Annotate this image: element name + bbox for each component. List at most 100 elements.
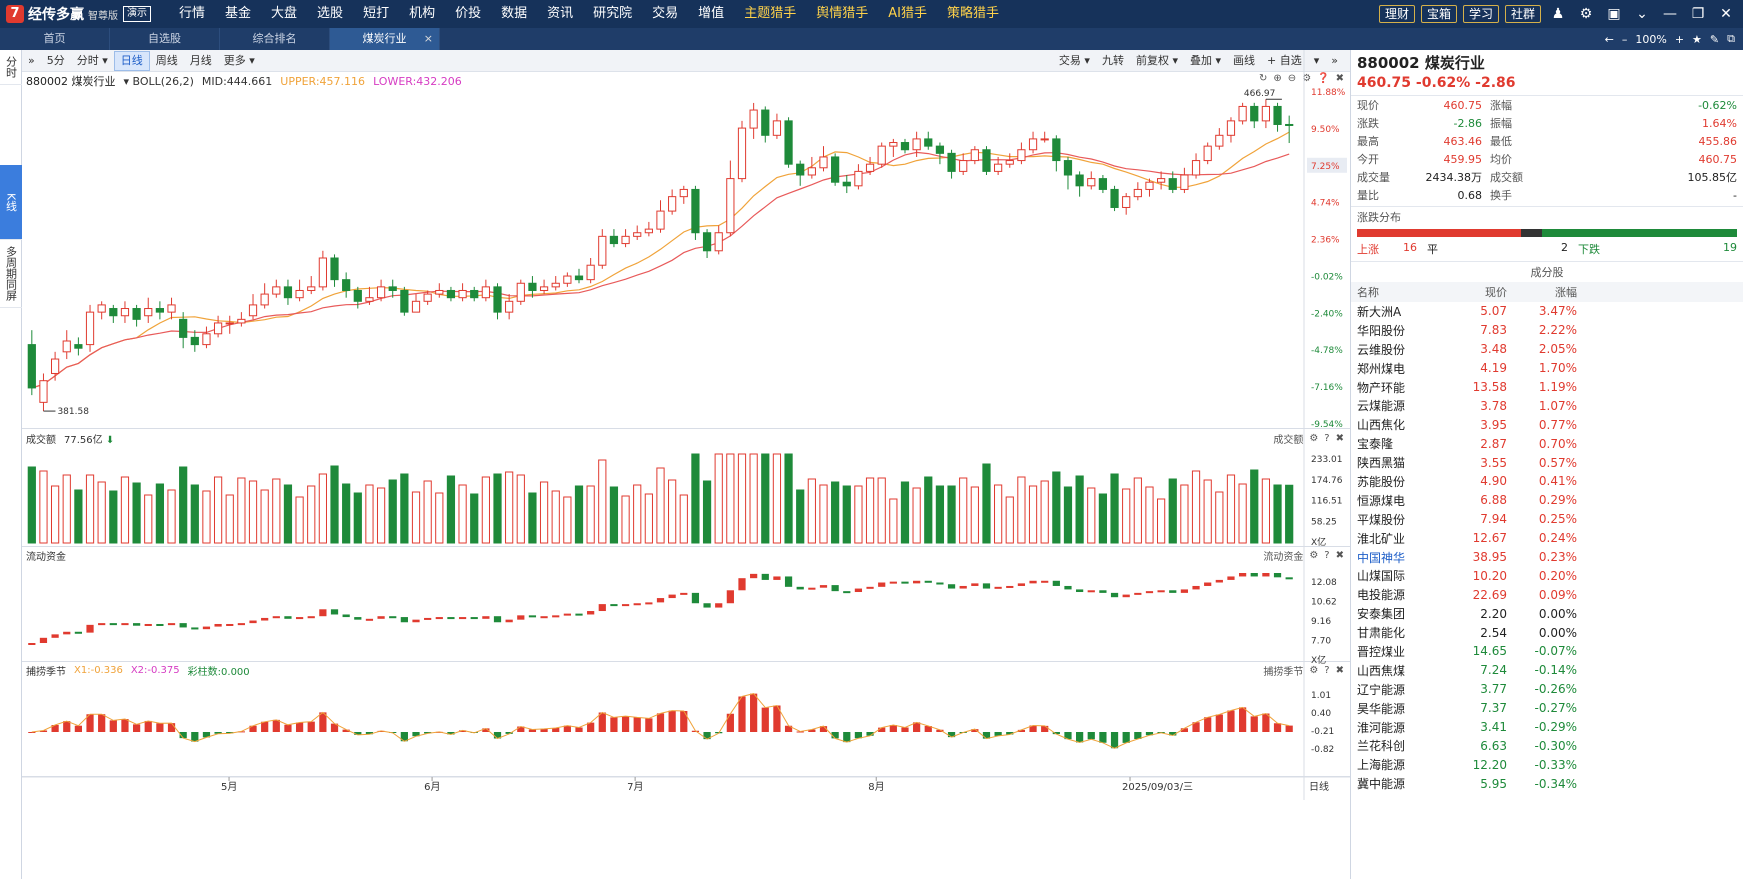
col-name[interactable]: 名称 <box>1357 284 1437 300</box>
minus-icon[interactable]: ⊖ <box>1288 73 1296 84</box>
app-logo[interactable]: 7 经传多赢 智尊版 演示 <box>0 0 151 28</box>
top-button[interactable]: 理财 <box>1378 5 1415 23</box>
refresh-icon[interactable]: ↻ <box>1259 73 1267 84</box>
view-switch[interactable]: 分时 <box>0 50 22 85</box>
component-row[interactable]: 辽宁能源 3.77 -0.26% <box>1351 680 1743 699</box>
chart-toolbar-button[interactable]: ▾ <box>1308 50 1326 72</box>
chart-toolbar-button[interactable]: 5分 <box>41 50 71 72</box>
chart-toolbar-button[interactable]: 更多 ▾ <box>218 50 261 72</box>
close-panel-icon[interactable]: ✖ <box>1336 665 1344 676</box>
zoom-in-icon[interactable]: + <box>1675 33 1684 46</box>
component-row[interactable]: 郑州煤电 4.19 1.70% <box>1351 359 1743 378</box>
view-switch[interactable]: 多周期同屏 <box>0 240 22 309</box>
settings-gear-icon[interactable]: ⚙ <box>1575 6 1597 22</box>
help-icon[interactable]: ? <box>1324 665 1329 676</box>
nav-item[interactable]: 行情 <box>169 0 215 28</box>
nav-item[interactable]: 大盘 <box>261 0 307 28</box>
copy-icon[interactable]: ⧉ <box>1727 32 1735 46</box>
user-icon[interactable]: ♟ <box>1547 6 1569 22</box>
component-row[interactable]: 安泰集团 2.20 0.00% <box>1351 604 1743 623</box>
minimize-icon[interactable]: — <box>1659 6 1681 22</box>
chart-toolbar-button[interactable]: » <box>1325 50 1344 72</box>
nav-item[interactable]: 价投 <box>445 0 491 28</box>
col-change[interactable]: 涨幅 <box>1507 284 1577 300</box>
tab[interactable]: 首页 <box>0 28 110 50</box>
settings-icon[interactable]: ⚙ <box>1309 433 1318 444</box>
nav-item[interactable]: 选股 <box>307 0 353 28</box>
component-row[interactable]: 陕西黑猫 3.55 0.57% <box>1351 453 1743 472</box>
restore-icon[interactable]: ❐ <box>1687 6 1709 22</box>
component-row[interactable]: 淮河能源 3.41 -0.29% <box>1351 718 1743 737</box>
settings-icon[interactable]: ⚙ <box>1309 550 1318 561</box>
back-icon[interactable]: ← <box>1605 33 1614 46</box>
chart-toolbar-button[interactable]: 九转 <box>1096 50 1130 72</box>
window-layout-icon[interactable]: ▣ <box>1603 6 1625 22</box>
help-icon[interactable]: ? <box>1324 550 1329 561</box>
nav-item[interactable]: 交易 <box>642 0 688 28</box>
star-icon[interactable]: ★ <box>1692 33 1702 46</box>
component-row[interactable]: 华阳股份 7.83 2.22% <box>1351 321 1743 340</box>
boll-selector[interactable]: ▾ BOLL(26,2) <box>124 75 194 88</box>
component-row[interactable]: 山西焦煤 7.24 -0.14% <box>1351 661 1743 680</box>
component-row[interactable]: 昊华能源 7.37 -0.27% <box>1351 699 1743 718</box>
close-panel-icon[interactable]: ✖ <box>1336 433 1344 444</box>
tab[interactable]: 综合排名 <box>220 28 330 50</box>
chart-toolbar-button[interactable]: » <box>22 50 41 72</box>
nav-item[interactable]: 短打 <box>353 0 399 28</box>
chart-toolbar-button[interactable]: 日线 <box>113 50 150 71</box>
nav-item[interactable]: 策略猎手 <box>937 0 1009 28</box>
zoom-out-icon[interactable]: – <box>1622 33 1628 46</box>
component-row[interactable]: 云维股份 3.48 2.05% <box>1351 340 1743 359</box>
chart-toolbar-button[interactable]: + 自选 <box>1261 50 1308 72</box>
close-panel-icon[interactable]: ✖ <box>1336 550 1344 561</box>
nav-item[interactable]: 资讯 <box>537 0 583 28</box>
component-row[interactable]: 电投能源 22.69 0.09% <box>1351 585 1743 604</box>
chart-toolbar-button[interactable]: 画线 <box>1227 50 1261 72</box>
close-tab-icon[interactable]: × <box>424 28 433 50</box>
tab[interactable]: 煤炭行业 × <box>330 28 440 50</box>
chart-toolbar-button[interactable]: 月线 <box>184 50 218 72</box>
nav-item[interactable]: 研究院 <box>583 0 642 28</box>
chevron-down-icon[interactable]: ⌄ <box>1631 6 1653 22</box>
component-row[interactable]: 云煤能源 3.78 1.07% <box>1351 396 1743 415</box>
nav-item[interactable]: 数据 <box>491 0 537 28</box>
chart-toolbar-button[interactable]: 周线 <box>150 50 184 72</box>
component-row[interactable]: 物产环能 13.58 1.19% <box>1351 378 1743 397</box>
component-row[interactable]: 晋控煤业 14.65 -0.07% <box>1351 642 1743 661</box>
component-row[interactable]: 山煤国际 10.20 0.20% <box>1351 566 1743 585</box>
component-row[interactable]: 恒源煤电 6.88 0.29% <box>1351 491 1743 510</box>
chart-toolbar-button[interactable]: 分时 ▾ <box>71 50 114 72</box>
top-button[interactable]: 社群 <box>1504 5 1541 23</box>
nav-item[interactable]: 舆情猎手 <box>806 0 878 28</box>
nav-item[interactable]: 主题猎手 <box>734 0 806 28</box>
nav-item[interactable]: 增值 <box>688 0 734 28</box>
top-button[interactable]: 学习 <box>1462 5 1499 23</box>
component-row[interactable]: 中国神华 38.95 0.23% <box>1351 548 1743 567</box>
nav-item[interactable]: 机构 <box>399 0 445 28</box>
nav-item[interactable]: AI猎手 <box>878 0 937 28</box>
component-row[interactable]: 淮北矿业 12.67 0.24% <box>1351 529 1743 548</box>
chart-toolbar-button[interactable]: 叠加 ▾ <box>1184 50 1227 72</box>
col-price[interactable]: 现价 <box>1437 284 1507 300</box>
top-button[interactable]: 宝箱 <box>1420 5 1457 23</box>
component-row[interactable]: 苏能股份 4.90 0.41% <box>1351 472 1743 491</box>
close-indicator-icon[interactable]: ✖ <box>1336 73 1344 84</box>
component-row[interactable]: 甘肃能化 2.54 0.00% <box>1351 623 1743 642</box>
component-row[interactable]: 平煤股份 7.94 0.25% <box>1351 510 1743 529</box>
help-icon[interactable]: ? <box>1324 433 1329 444</box>
tab[interactable]: 自选股 <box>110 28 220 50</box>
nav-item[interactable]: 基金 <box>215 0 261 28</box>
component-row[interactable]: 上海能源 12.20 -0.33% <box>1351 755 1743 774</box>
component-row[interactable]: 山西焦化 3.95 0.77% <box>1351 415 1743 434</box>
help-icon[interactable]: ❓ <box>1317 73 1329 84</box>
close-icon[interactable]: ✕ <box>1715 6 1737 22</box>
component-row[interactable]: 冀中能源 5.95 -0.34% <box>1351 774 1743 793</box>
settings-icon[interactable]: ⚙ <box>1309 665 1318 676</box>
add-indicator-icon[interactable]: ⊕ <box>1273 73 1281 84</box>
chart-toolbar-button[interactable]: 前复权 ▾ <box>1130 50 1184 72</box>
pen-icon[interactable]: ✎ <box>1710 33 1719 46</box>
chart-toolbar-button[interactable]: 交易 ▾ <box>1053 50 1096 72</box>
view-switch[interactable]: K线 <box>0 165 22 241</box>
component-row[interactable]: 宝泰隆 2.87 0.70% <box>1351 434 1743 453</box>
component-row[interactable]: 新大洲A 5.07 3.47% <box>1351 302 1743 321</box>
